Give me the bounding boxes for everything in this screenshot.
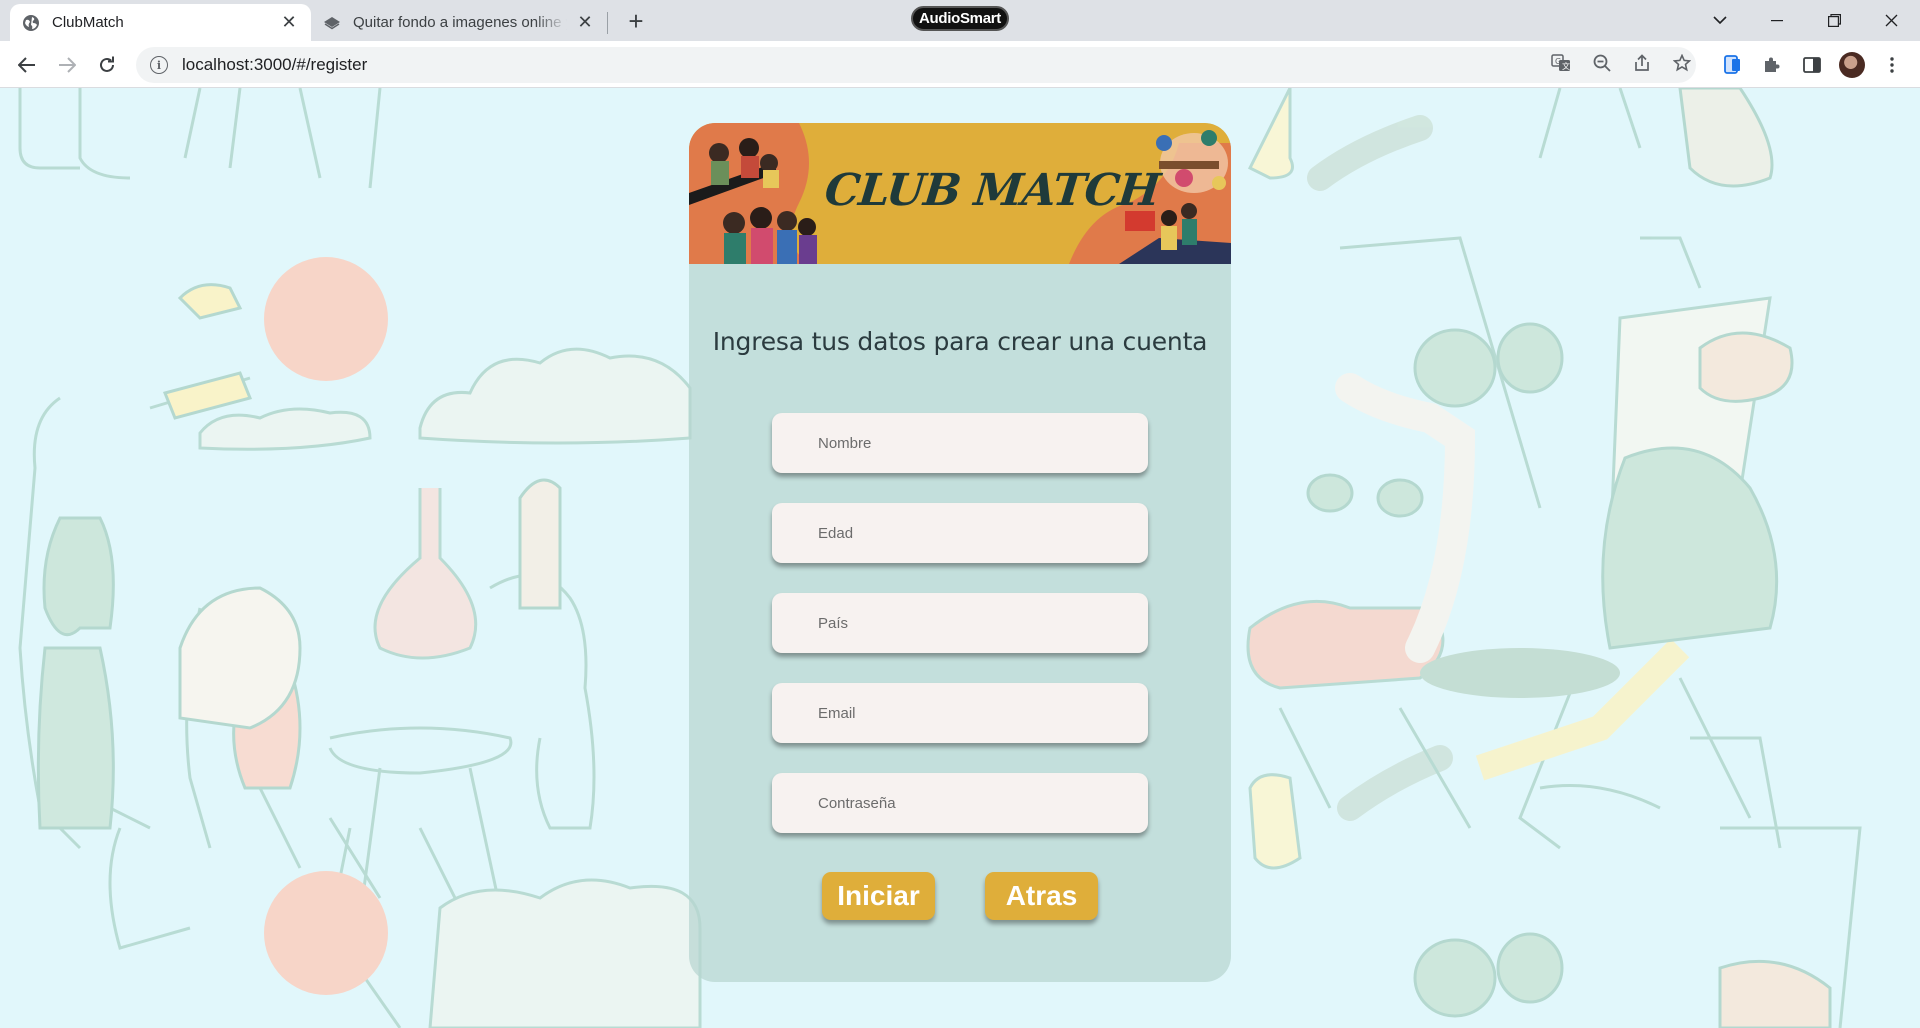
svg-text:G: G — [1555, 57, 1561, 66]
new-tab-button[interactable]: + — [622, 6, 650, 36]
submit-button[interactable]: Iniciar — [822, 872, 935, 920]
age-input[interactable] — [772, 503, 1148, 563]
share-icon[interactable] — [1628, 49, 1656, 77]
more-menu-icon[interactable] — [1877, 50, 1907, 80]
tab-title: ClubMatch — [52, 14, 124, 31]
extension-phone-icon[interactable] — [1717, 50, 1747, 80]
browser-toolbar: i localhost:3000/#/register G文 — [0, 41, 1920, 88]
info-icon[interactable]: i — [150, 56, 168, 74]
banner-title: CLUB MATCH — [822, 165, 1162, 216]
back-button[interactable] — [11, 49, 43, 81]
close-window-button[interactable] — [1863, 0, 1919, 41]
restore-button[interactable] — [1806, 0, 1862, 41]
translate-icon[interactable]: G文 — [1547, 49, 1575, 77]
tab-strip: ClubMatch ✕ Quitar fondo a imagenes onli… — [0, 0, 1920, 41]
bookmark-star-icon[interactable] — [1668, 49, 1696, 77]
minimize-button[interactable] — [1749, 0, 1805, 41]
tab-clubmatch[interactable]: ClubMatch ✕ — [10, 4, 311, 41]
audiosmart-badge[interactable]: AudioSmart — [911, 6, 1009, 31]
close-tab-icon[interactable]: ✕ — [279, 12, 299, 33]
zoom-out-icon[interactable] — [1588, 49, 1616, 77]
profile-avatar[interactable] — [1839, 52, 1865, 78]
form-heading: Ingresa tus datos para crear una cuenta — [712, 327, 1208, 356]
globe-icon — [22, 14, 40, 32]
address-bar[interactable]: i localhost:3000/#/register — [136, 47, 1696, 83]
tab-quitar-fondo[interactable]: Quitar fondo a imagenes online y gratis … — [311, 4, 607, 41]
close-tab-icon[interactable]: ✕ — [575, 12, 595, 33]
reload-button[interactable] — [91, 49, 123, 81]
password-input[interactable] — [772, 773, 1148, 833]
club-match-banner: CLUB MATCH — [689, 123, 1231, 264]
register-page: CLUB MATCH Ingresa tus datos para crear … — [0, 88, 1920, 1028]
tab-divider — [607, 12, 608, 34]
name-input[interactable] — [772, 413, 1148, 473]
register-card: CLUB MATCH Ingresa tus datos para crear … — [689, 123, 1231, 982]
extensions-puzzle-icon[interactable] — [1757, 50, 1787, 80]
tab-search-chevron-icon[interactable] — [1692, 0, 1748, 41]
back-page-button[interactable]: Atras — [985, 872, 1098, 920]
layers-icon — [323, 14, 341, 32]
svg-text:文: 文 — [1562, 61, 1570, 71]
email-input[interactable] — [772, 683, 1148, 743]
country-input[interactable] — [772, 593, 1148, 653]
forward-button[interactable] — [51, 49, 83, 81]
url-text: localhost:3000/#/register — [182, 55, 368, 74]
side-panel-icon[interactable] — [1797, 50, 1827, 80]
tab-title: Quitar fondo a imagenes online y gratis — [353, 14, 567, 31]
